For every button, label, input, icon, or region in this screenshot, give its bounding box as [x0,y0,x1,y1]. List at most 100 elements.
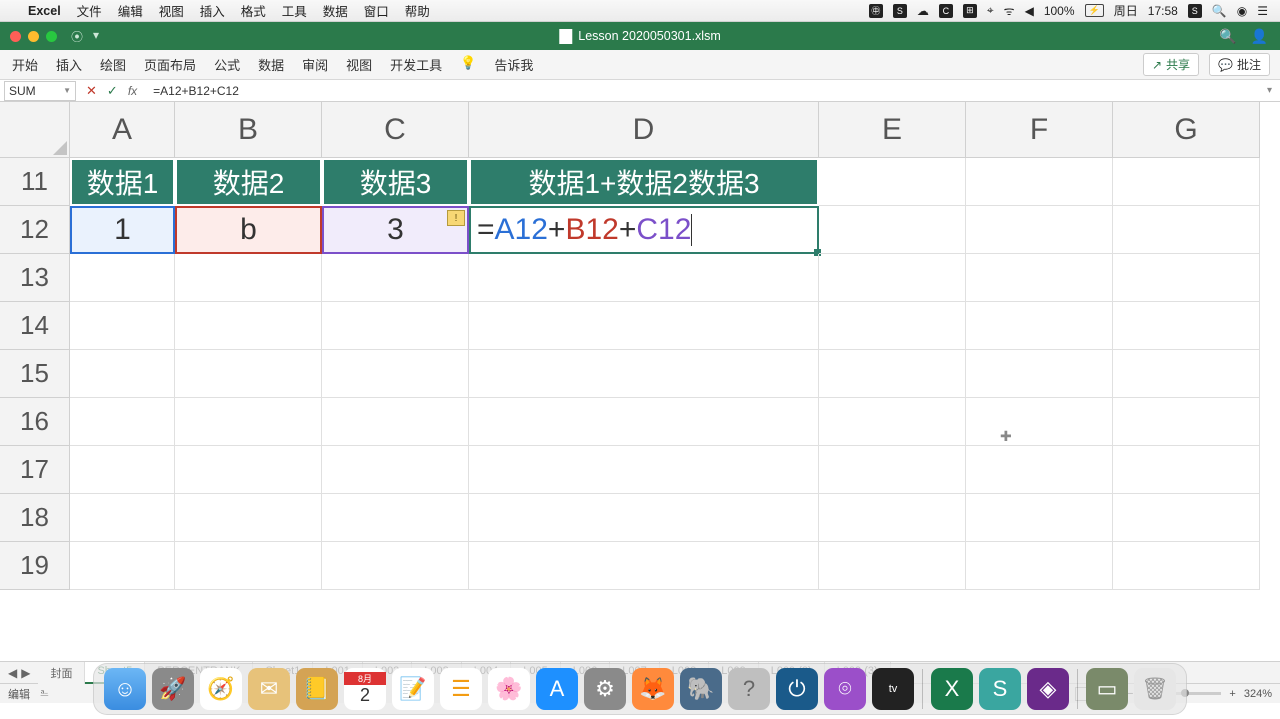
row-header-16[interactable]: 16 [0,398,70,446]
tab-view[interactable]: 视图 [346,55,372,74]
qat-dropdown-icon[interactable]: ▾ [93,28,99,45]
status-s2-icon[interactable]: S [1188,4,1202,18]
share-button[interactable]: ↗共享 [1143,53,1199,76]
dock-premiere[interactable]: ◈ [1027,668,1069,710]
cell-D11[interactable]: 数据1+数据2数据3 [469,158,819,206]
account-icon[interactable]: 👤 [1251,28,1268,45]
dock-excel[interactable]: X [931,668,973,710]
close-window-button[interactable] [10,31,21,42]
sheet-nav-prev[interactable]: ◀ [8,666,17,680]
qat-pointer-icon[interactable]: ⦿ [71,28,83,45]
cell-A11[interactable]: 数据1 [70,158,175,206]
col-header-D[interactable]: D [469,102,819,158]
cell-F11[interactable] [966,158,1113,206]
tab-insert[interactable]: 插入 [56,55,82,74]
tab-draw[interactable]: 绘图 [100,55,126,74]
search-icon[interactable]: 🔍 [1219,28,1236,45]
cell-E12[interactable] [819,206,966,254]
row-header-19[interactable]: 19 [0,542,70,590]
status-cloud-icon[interactable]: ☁ [917,4,929,18]
row-header-11[interactable]: 11 [0,158,70,206]
dock-appstore[interactable]: A [536,668,578,710]
wifi-icon[interactable]: ᯤ [1004,2,1015,19]
battery-icon[interactable]: ⚡ [1085,4,1104,17]
cell-B12[interactable]: b [175,206,322,254]
dock-help[interactable]: ? [728,668,770,710]
cell-A12[interactable]: 1 [70,206,175,254]
name-box-dropdown-icon[interactable]: ▼ [63,86,71,95]
tab-review[interactable]: 审阅 [302,55,328,74]
spotlight-icon[interactable]: 🔍 [1212,4,1227,18]
cell-D12-editing[interactable]: =A12+B12+C12 [469,206,819,254]
cell-F12[interactable] [966,206,1113,254]
dock-downloads[interactable]: ▭ [1086,668,1128,710]
dock-firefox[interactable]: 🦊 [632,668,674,710]
tab-home[interactable]: 开始 [12,55,38,74]
cell-B11[interactable]: 数据2 [175,158,322,206]
cell-G11[interactable] [1113,158,1260,206]
siri-icon[interactable]: ◉ [1237,4,1247,18]
select-all-corner[interactable] [0,102,70,158]
col-header-A[interactable]: A [70,102,175,158]
col-header-E[interactable]: E [819,102,966,158]
dock-contacts[interactable]: 📒 [296,668,338,710]
row-header-17[interactable]: 17 [0,446,70,494]
bluetooth-icon[interactable]: ⌖ [987,3,994,18]
tab-pagelayout[interactable]: 页面布局 [144,55,196,74]
col-header-F[interactable]: F [966,102,1113,158]
status-c-icon[interactable]: C [939,4,953,18]
sheet-nav-next[interactable]: ▶ [21,666,30,680]
dock-finder[interactable]: ☺ [104,668,146,710]
error-warning-icon[interactable]: ! [447,210,465,226]
dock-photos[interactable]: 🌸 [488,668,530,710]
dock-activity[interactable]: ⏻ [776,668,818,710]
menu-edit[interactable]: 编辑 [118,1,143,20]
accessibility-icon[interactable]: ⎁ [40,687,49,700]
sheet-tab-封面[interactable]: 封面 [38,662,85,684]
maximize-window-button[interactable] [46,31,57,42]
menu-help[interactable]: 帮助 [405,1,430,20]
menu-view[interactable]: 视图 [159,1,184,20]
name-box[interactable]: SUM ▼ [4,81,76,101]
col-header-B[interactable]: B [175,102,322,158]
dock-pgadmin[interactable]: 🐘 [680,668,722,710]
cell-C11[interactable]: 数据3 [322,158,469,206]
dock-reminders[interactable]: ☰ [440,668,482,710]
dock-podcasts[interactable]: ⌾ [824,668,866,710]
fx-icon[interactable]: fx [128,84,137,98]
dock-trash[interactable]: 🗑 [1134,668,1176,710]
row-header-12[interactable]: 12 [0,206,70,254]
row-header-18[interactable]: 18 [0,494,70,542]
dock-launchpad[interactable]: 🚀 [152,668,194,710]
cell-A13[interactable] [70,254,175,302]
dock-appletv[interactable]: tv [872,668,914,710]
zoom-level[interactable]: 324% [1244,688,1272,700]
col-header-C[interactable]: C [322,102,469,158]
tab-developer[interactable]: 开发工具 [390,55,442,74]
dock-mail[interactable]: ✉ [248,668,290,710]
control-center-icon[interactable]: ☰ [1257,4,1268,18]
menu-window[interactable]: 窗口 [364,1,389,20]
zoom-in-button[interactable]: + [1229,688,1235,700]
enter-formula-button[interactable]: ✓ [107,83,118,99]
menu-data[interactable]: 数据 [323,1,348,20]
dock-snagit[interactable]: S [979,668,1021,710]
col-header-G[interactable]: G [1113,102,1260,158]
menu-tools[interactable]: 工具 [282,1,307,20]
row-header-14[interactable]: 14 [0,302,70,350]
status-input-icon[interactable]: ㊥ [869,4,883,18]
cancel-formula-button[interactable]: ✕ [86,83,97,99]
minimize-window-button[interactable] [28,31,39,42]
tab-formulas[interactable]: 公式 [214,55,240,74]
menu-insert[interactable]: 插入 [200,1,225,20]
cell-E11[interactable] [819,158,966,206]
row-header-15[interactable]: 15 [0,350,70,398]
dock-notes[interactable]: 📝 [392,668,434,710]
volume-icon[interactable]: ◀ [1025,4,1034,18]
tell-me[interactable]: 告诉我 [494,55,533,74]
formula-text[interactable]: =A12+B12+C12 [147,84,239,98]
menu-format[interactable]: 格式 [241,1,266,20]
dock-settings[interactable]: ⚙ [584,668,626,710]
spreadsheet-grid[interactable]: A B C D E F G 11 数据1 数据2 数据3 数据1+数据2数据3 … [0,102,1280,661]
app-name[interactable]: Excel [28,4,61,18]
